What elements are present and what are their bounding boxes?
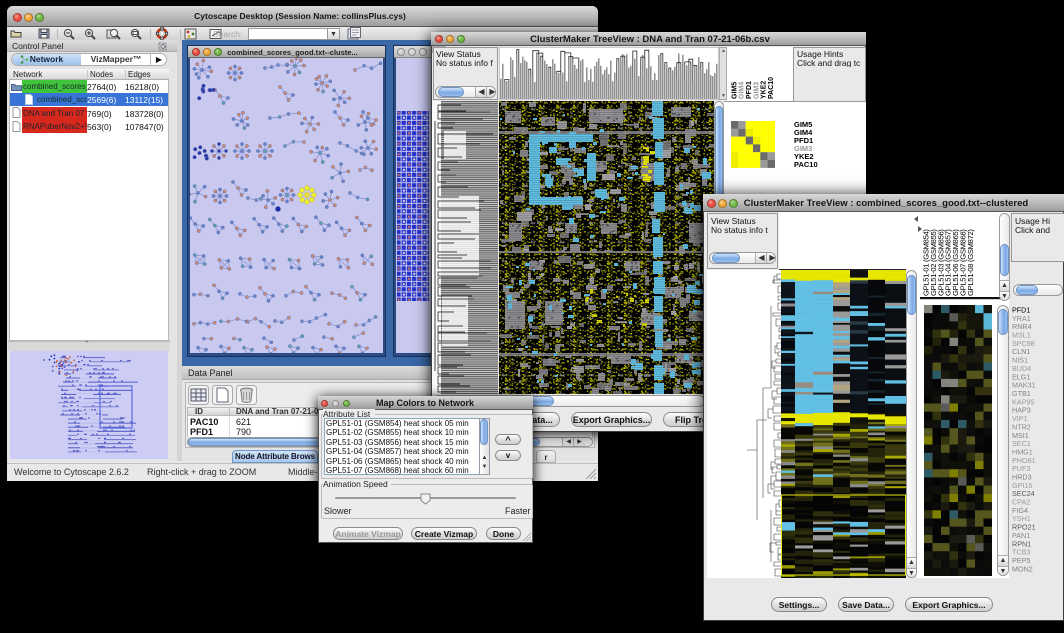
svg-text:PFD1: PFD1 [746,81,753,99]
svg-text:GIM4: GIM4 [739,82,746,99]
svg-text:GIM5: GIM5 [731,82,738,99]
svg-text:YKE2: YKE2 [761,81,768,99]
svg-text:GIM3: GIM3 [753,82,760,99]
svg-text:PAC10: PAC10 [768,77,775,99]
svg-text:MON2: MON2 [1012,564,1033,573]
svg-text:GPL51-08 (GSM872): GPL51-08 (GSM872) [966,229,975,296]
